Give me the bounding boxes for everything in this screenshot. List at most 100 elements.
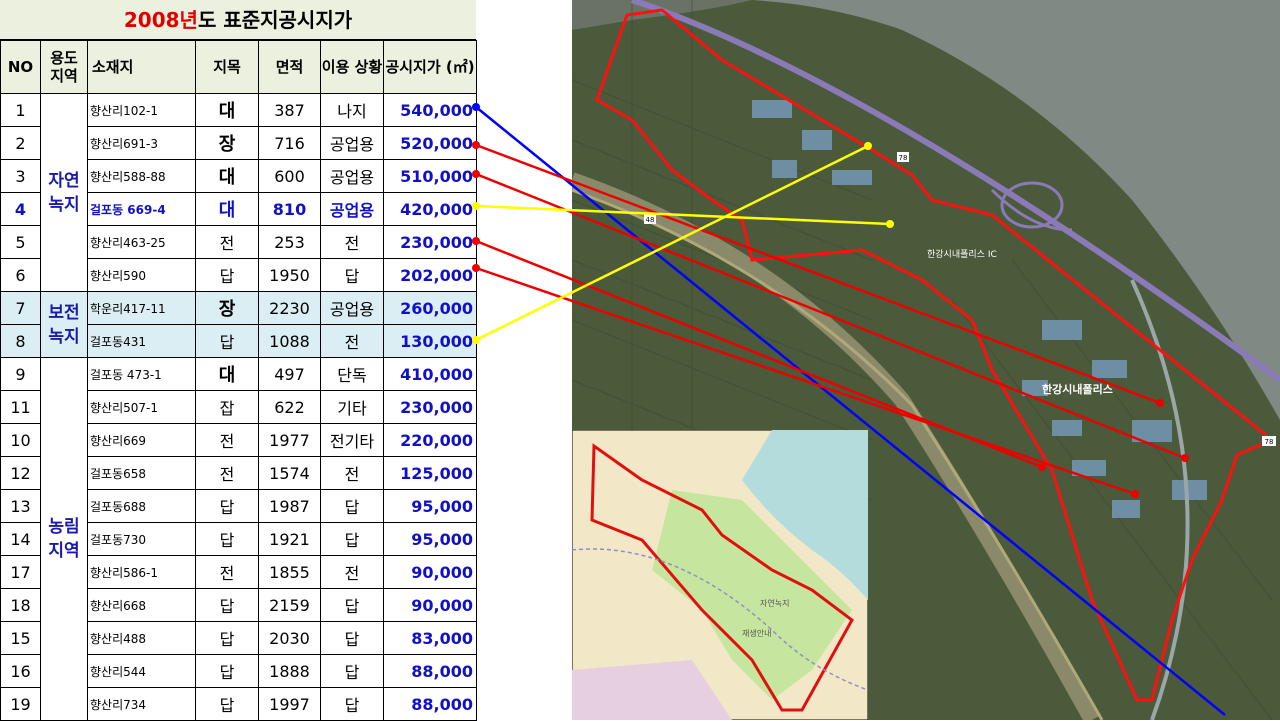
cell-address: 향산리588-88 [87,159,196,193]
cell-no: 17 [0,555,41,589]
cell-area: 2230 [258,291,321,325]
cell-category: 대 [195,192,259,226]
table-row: 1 자연 녹지 향산리102-1 대 387 나지 540,000 [0,93,477,292]
cell-usage: 나지 [320,93,384,127]
header-price: 공시지가 (㎡) [383,40,477,94]
cell-category: 전 [195,225,259,259]
cell-area: 253 [258,225,321,259]
cell-address: 향산리691-3 [87,126,196,160]
cell-address: 향산리734 [87,687,196,721]
cell-area: 810 [258,192,321,226]
site-label: 한강시내폴리스 [1042,382,1113,396]
cell-price: 202,000 [383,258,477,292]
cell-area: 1855 [258,555,321,589]
cell-usage: 단독 [320,357,384,391]
cell-category: 답 [195,687,259,721]
cell-no: 2 [0,126,41,160]
cell-address: 학운리417-11 [87,291,196,325]
svg-text:48: 48 [646,216,655,224]
cell-area: 1977 [258,423,321,457]
cell-area: 716 [258,126,321,160]
cell-usage: 공업용 [320,126,384,160]
cell-area: 1950 [258,258,321,292]
cell-usage: 공업용 [320,291,384,325]
zone-preserved-green: 보전 녹지 [40,291,88,358]
cell-area: 600 [258,159,321,193]
cell-no: 18 [0,588,41,622]
cell-no: 12 [0,456,41,490]
cell-price: 420,000 [383,192,477,226]
cell-price: 410,000 [383,357,477,391]
cell-area: 387 [258,93,321,127]
cell-category: 장 [195,126,259,160]
cell-address: 향산리586-1 [87,555,196,589]
price-table-panel: 2008년도 표준지공시지가 NO 용도 지역 소재지 지목 면적 이용 상황 … [0,0,477,721]
cell-address: 향산리507-1 [87,390,196,424]
cell-price: 540,000 [383,93,477,127]
cell-no: 5 [0,225,41,259]
cell-category: 답 [195,522,259,556]
cell-price: 220,000 [383,423,477,457]
svg-text:78: 78 [1265,438,1274,446]
cell-category: 대 [195,159,259,193]
cell-address: 향산리669 [87,423,196,457]
cell-area: 1088 [258,324,321,358]
road-marker-48: 48 [644,214,656,224]
cell-no: 14 [0,522,41,556]
cell-price: 88,000 [383,654,477,688]
cell-price: 510,000 [383,159,477,193]
cell-area: 2159 [258,588,321,622]
cell-area: 622 [258,390,321,424]
cell-area: 1997 [258,687,321,721]
cell-category: 답 [195,324,259,358]
header-zone: 용도 지역 [40,40,88,94]
cell-price: 83,000 [383,621,477,655]
header-no: NO [0,40,41,94]
cell-no: 16 [0,654,41,688]
cell-category: 장 [195,291,259,325]
cell-no: 11 [0,390,41,424]
cell-price: 95,000 [383,489,477,523]
svg-text:78: 78 [899,154,908,162]
cell-category: 답 [195,588,259,622]
cell-category: 답 [195,489,259,523]
cell-price: 130,000 [383,324,477,358]
cell-address: 걸포동431 [87,324,196,358]
cell-category: 답 [195,621,259,655]
cell-usage: 답 [320,654,384,688]
cell-address: 걸포동 473-1 [87,357,196,391]
cell-no: 4 [0,192,41,226]
cell-price: 260,000 [383,291,477,325]
cell-price: 230,000 [383,225,477,259]
inset-zoning-map[interactable]: 자연녹지 재생안내 [572,430,868,720]
cell-category: 전 [195,423,259,457]
cell-price: 90,000 [383,555,477,589]
cell-category: 답 [195,654,259,688]
ic-label: 한강시내폴리스 IC [927,249,997,260]
cell-address: 걸포동688 [87,489,196,523]
cell-usage: 공업용 [320,192,384,226]
cell-area: 1574 [258,456,321,490]
title-rest: 도 표준지공시지가 [197,8,353,32]
cell-address: 걸포동730 [87,522,196,556]
cell-no: 19 [0,687,41,721]
cell-no: 9 [0,357,41,391]
cell-usage: 답 [320,489,384,523]
zone-agricultural: 농림 지역 [40,357,88,721]
cell-category: 답 [195,258,259,292]
cell-area: 2030 [258,621,321,655]
cell-no: 6 [0,258,41,292]
cell-no: 8 [0,324,41,358]
header-usage: 이용 상황 [320,40,384,94]
cell-usage: 공업용 [320,159,384,193]
cell-address: 향산리102-1 [87,93,196,127]
cell-address: 향산리590 [87,258,196,292]
cell-usage: 답 [320,522,384,556]
cell-usage: 전 [320,555,384,589]
cell-area: 1888 [258,654,321,688]
header-category: 지목 [195,40,259,94]
header-row: NO 용도 지역 소재지 지목 면적 이용 상황 공시지가 (㎡) [0,40,477,94]
inset-label-green: 자연녹지 [760,599,789,608]
cell-price: 230,000 [383,390,477,424]
cell-address: 향산리488 [87,621,196,655]
